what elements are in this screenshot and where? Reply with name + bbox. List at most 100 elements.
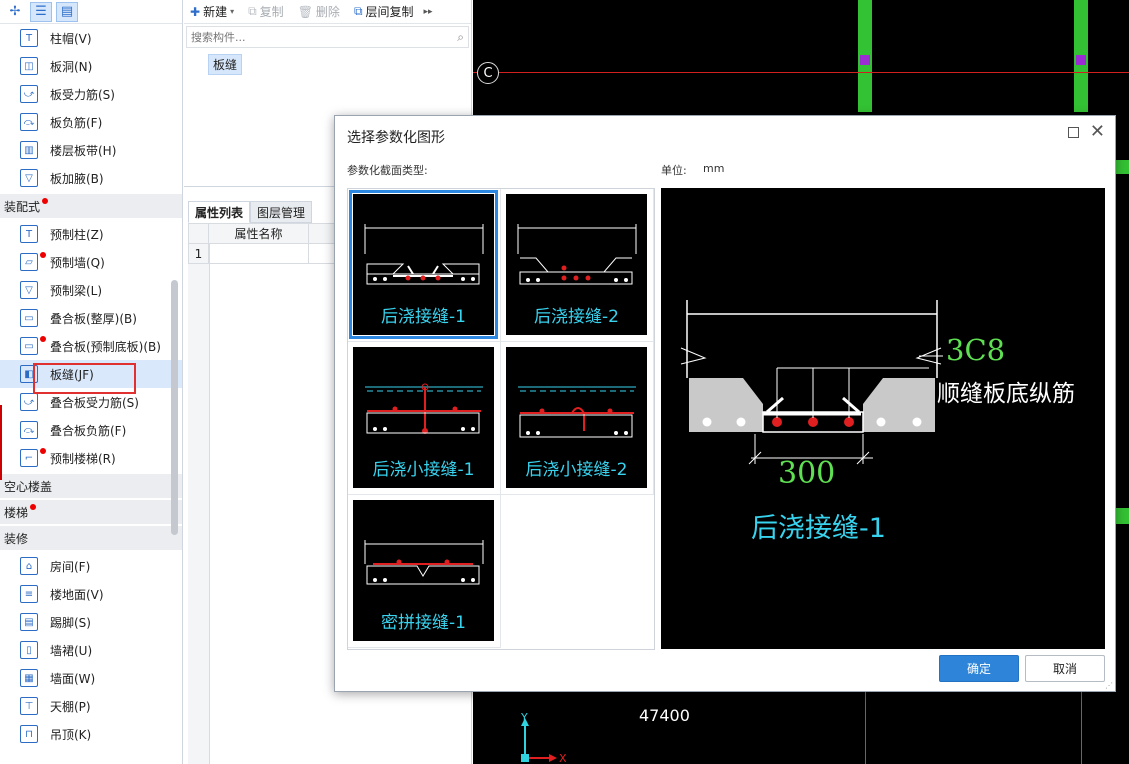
copy-button[interactable]: ⧉ 复制 [248, 3, 284, 20]
group-stair[interactable]: 楼梯 [0, 500, 182, 524]
beam-drawing [1116, 508, 1129, 524]
property-tabs: 属性列表 图层管理 [188, 201, 313, 223]
maximize-icon[interactable] [1068, 127, 1079, 138]
tree-item-ceiling[interactable]: ⊤ 天棚(P) [0, 692, 182, 720]
ok-button[interactable]: 确定 [939, 655, 1019, 682]
row-gutter [188, 243, 210, 764]
prefab-wall-icon: ▱ [20, 253, 38, 271]
thumb-post-cast-small-joint-1[interactable]: 后浇小接缝-1 [348, 342, 501, 495]
thumb-post-cast-joint-1[interactable]: 后浇接缝-1 [348, 189, 501, 342]
floor-copy-button[interactable]: ⧉ 层间复制 [354, 3, 414, 20]
detail-view-icon[interactable]: ▤ [56, 1, 78, 22]
thumb-caption: 后浇接缝-1 [381, 307, 466, 327]
column-node [860, 55, 870, 65]
delete-button[interactable]: 🗑 删除 [298, 3, 340, 20]
tree-item-prefab-wall[interactable]: ▱ 预制墙(Q) [0, 248, 182, 276]
trash-icon: 🗑 [297, 4, 313, 19]
thumb-caption: 后浇小接缝-2 [525, 460, 628, 480]
unit-value: mm [703, 162, 725, 175]
column-node [1076, 55, 1086, 65]
tab-layer-management[interactable]: 图层管理 [250, 201, 313, 223]
thumb-image: 后浇小接缝-1 [353, 347, 494, 488]
search-icon[interactable]: ⌕ [457, 30, 464, 45]
ucs-x-label: X [559, 752, 567, 764]
more-icon[interactable]: ▸▸ [424, 7, 433, 17]
row-number: 1 [188, 243, 209, 264]
prefab-stair-icon: ⌐ [20, 449, 38, 467]
table-cell[interactable] [208, 243, 309, 264]
dado-icon: ▯ [20, 641, 38, 659]
tree-item-suspended-ceiling[interactable]: ⊓ 吊顶(K) [0, 720, 182, 748]
copy-icon: ⧉ [248, 4, 257, 18]
thumb-close-joint-1[interactable]: 密拼接缝-1 [348, 495, 501, 648]
composite-slab-bottom-icon: ▭ [20, 337, 38, 355]
chevron-down-icon: ▾ [230, 7, 235, 16]
thumb-caption: 密拼接缝-1 [381, 613, 466, 633]
tree-item-slab-rebar[interactable]: ⤻ 板受力筋(S) [0, 80, 182, 108]
slab-rebar-icon: ⤻ [20, 85, 38, 103]
grid-line [865, 690, 866, 764]
tree-item-floor[interactable]: ≡ 楼地面(V) [0, 580, 182, 608]
alert-dot [42, 198, 49, 204]
tree-item-slab-negative-rebar[interactable]: ⤼ 板负筋(F) [0, 108, 182, 136]
new-icon: ✚ [190, 4, 201, 19]
parametric-shape-dialog: 选择参数化图形 ✕ 参数化截面类型: 单位: mm 后浇接缝-1 后浇接缝-2 … [334, 115, 1116, 692]
component-toolbar: ✚ 新建 ▾ ⧉ 复制 🗑 删除 ⧉ 层间复制 ▸▸ [184, 0, 471, 24]
tree-item-slab-haunch[interactable]: ▽ 板加腋(B) [0, 164, 182, 192]
section-type-grid: 后浇接缝-1 后浇接缝-2 后浇小接缝-1 后浇小接缝-2 密拼接缝-1 [347, 188, 655, 650]
floor-icon: ≡ [20, 585, 38, 603]
ucs-y-label: Y [520, 712, 528, 724]
suspended-ceiling-icon: ⊓ [20, 725, 38, 743]
tree-item-slab-hole[interactable]: ◫ 板洞(N) [0, 52, 182, 80]
prefab-beam-icon: ▽ [20, 281, 38, 299]
alert-dot [30, 504, 37, 510]
cad-dimension: 47400 [639, 706, 690, 725]
tree-item-column-cap[interactable]: T 柱帽(V) [0, 24, 182, 52]
thumb-caption: 后浇小接缝-1 [372, 460, 475, 480]
tree-item-prefab-beam[interactable]: ▽ 预制梁(L) [0, 276, 182, 304]
ceiling-icon: ⊤ [20, 697, 38, 715]
list-view-icon[interactable]: ☰ [30, 1, 52, 22]
thumb-post-cast-small-joint-2[interactable]: 后浇小接缝-2 [501, 342, 654, 495]
tree-scrollbar[interactable] [171, 280, 178, 535]
alert-dot [40, 336, 46, 342]
tree-item-skirting[interactable]: ▤ 踢脚(S) [0, 608, 182, 636]
tree-item-room[interactable]: ⌂ 房间(F) [0, 552, 182, 580]
tree-item-composite-slab-bottom[interactable]: ▭ 叠合板(预制底板)(B) [0, 332, 182, 360]
tree-item-slab-strip[interactable]: ▥ 楼层板带(H) [0, 136, 182, 164]
tree-item-dado[interactable]: ▯ 墙裙(U) [0, 636, 182, 664]
tree-item-composite-slab[interactable]: ▭ 叠合板(整厚)(B) [0, 304, 182, 332]
preview-title: 后浇接缝-1 [751, 513, 886, 544]
alert-dot [40, 252, 46, 258]
component-item-slab-joint[interactable]: 板缝 [208, 54, 243, 75]
composite-slab-icon: ▭ [20, 309, 38, 327]
close-icon[interactable]: ✕ [1090, 122, 1105, 142]
slab-hole-icon: ◫ [20, 57, 38, 75]
tab-property-list[interactable]: 属性列表 [188, 201, 251, 223]
preview-drawing [680, 300, 943, 465]
slab-negative-rebar-icon: ⤼ [20, 113, 38, 131]
search-box: ⌕ [186, 26, 469, 48]
tree-item-prefab-stair[interactable]: ⌐ 预制楼梯(R) [0, 444, 182, 472]
group-hollow-floor[interactable]: 空心楼盖 [0, 474, 182, 498]
new-button[interactable]: ✚ 新建 ▾ [190, 3, 234, 20]
unit-label: 单位: [661, 164, 687, 177]
ucs-icon: Y X [520, 712, 567, 764]
cancel-button[interactable]: 取消 [1025, 655, 1105, 682]
skirting-icon: ▤ [20, 613, 38, 631]
tree-item-composite-negative-rebar[interactable]: ⤼ 叠合板负筋(F) [0, 416, 182, 444]
wall-surface-icon: ▦ [20, 669, 38, 687]
group-decoration[interactable]: 装修 [0, 526, 182, 550]
group-prefab[interactable]: 装配式 [0, 194, 182, 218]
section-type-label: 参数化截面类型: [347, 164, 428, 177]
search-input[interactable] [191, 30, 441, 44]
axis-bubble-c: C [477, 62, 499, 84]
thumb-caption: 后浇接缝-2 [534, 307, 619, 327]
pin-icon[interactable]: ✢ [4, 2, 26, 22]
tree-item-wall-surface[interactable]: ▦ 墙面(W) [0, 664, 182, 692]
rebar-spec-label: 3C8 [946, 333, 1006, 367]
width-dimension-label: 300 [778, 456, 836, 491]
tree-item-prefab-column[interactable]: T 预制柱(Z) [0, 220, 182, 248]
resize-grip-icon[interactable]: ⋰ [1105, 681, 1113, 690]
thumb-post-cast-joint-2[interactable]: 后浇接缝-2 [501, 189, 654, 342]
